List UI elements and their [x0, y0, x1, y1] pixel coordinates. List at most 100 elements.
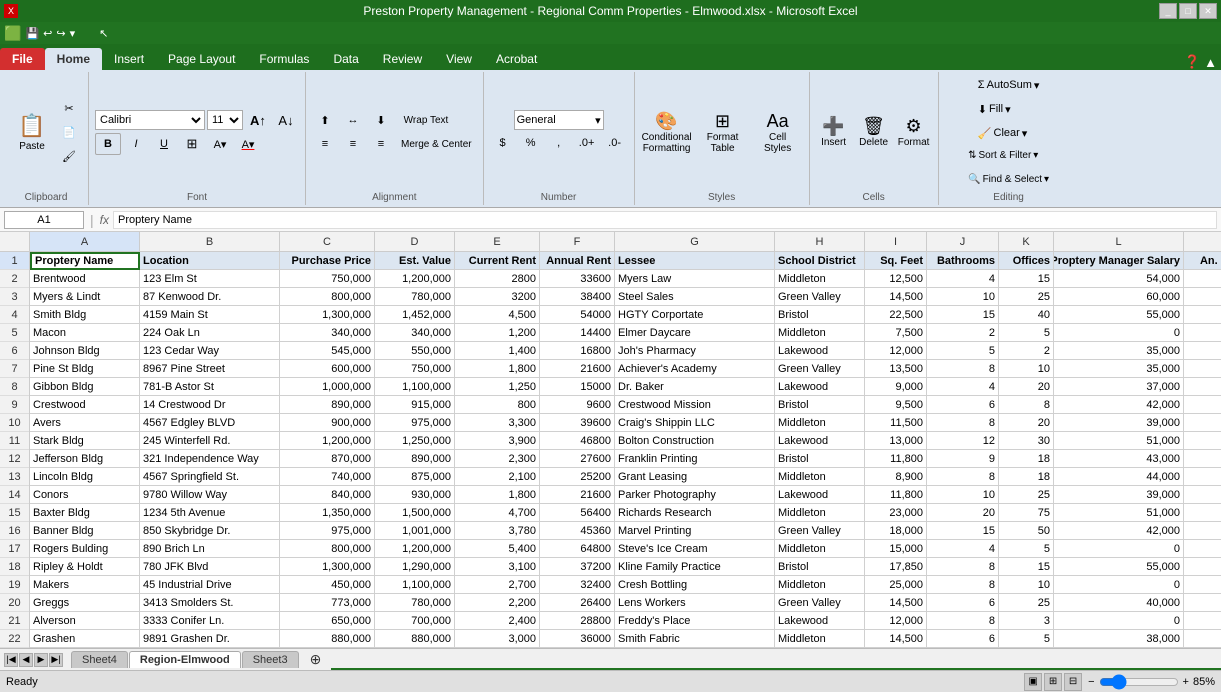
cell-K4[interactable]: 40 — [999, 306, 1054, 324]
cell-G3[interactable]: Steel Sales — [615, 288, 775, 306]
cell-H18[interactable]: Bristol — [775, 558, 865, 576]
cell-E15[interactable]: 4,700 — [455, 504, 540, 522]
cell-M14[interactable]: 5,000 — [1184, 486, 1221, 504]
row-num-21[interactable]: 21 — [0, 612, 29, 630]
cell-K14[interactable]: 25 — [999, 486, 1054, 504]
cell-C12[interactable]: 870,000 — [280, 450, 375, 468]
cell-F9[interactable]: 9600 — [540, 396, 615, 414]
cell-B11[interactable]: 245 Winterfell Rd. — [140, 432, 280, 450]
cell-L10[interactable]: 39,000 — [1054, 414, 1184, 432]
cell-D15[interactable]: 1,500,000 — [375, 504, 455, 522]
cell-D22[interactable]: 880,000 — [375, 630, 455, 648]
cell-B21[interactable]: 3333 Conifer Ln. — [140, 612, 280, 630]
cell-B12[interactable]: 321 Independence Way — [140, 450, 280, 468]
cell-F4[interactable]: 54000 — [540, 306, 615, 324]
cell-D11[interactable]: 1,250,000 — [375, 432, 455, 450]
cell-G14[interactable]: Parker Photography — [615, 486, 775, 504]
cell-B15[interactable]: 1234 5th Avenue — [140, 504, 280, 522]
cell-F6[interactable]: 16800 — [540, 342, 615, 360]
cell-A10[interactable]: Avers — [30, 414, 140, 432]
cell-I4[interactable]: 22,500 — [865, 306, 927, 324]
row-num-17[interactable]: 17 — [0, 540, 29, 558]
cell-I13[interactable]: 8,900 — [865, 468, 927, 486]
cell-H17[interactable]: Middleton — [775, 540, 865, 558]
currency-button[interactable]: $ — [490, 132, 516, 154]
format-painter-button[interactable]: 🖌 — [56, 145, 82, 167]
cell-M10[interactable]: 4,500 — [1184, 414, 1221, 432]
cell-H21[interactable]: Lakewood — [775, 612, 865, 630]
cell-H19[interactable]: Middleton — [775, 576, 865, 594]
cell-C2[interactable]: 750,000 — [280, 270, 375, 288]
underline-button[interactable]: U — [151, 133, 177, 155]
cell-I16[interactable]: 18,000 — [865, 522, 927, 540]
cell-L7[interactable]: 35,000 — [1054, 360, 1184, 378]
cell-K13[interactable]: 18 — [999, 468, 1054, 486]
find-select-button[interactable]: 🔍 Find & Select ▾ — [963, 168, 1054, 190]
cell-M16[interactable]: 3,450 — [1184, 522, 1221, 540]
cell-I3[interactable]: 14,500 — [865, 288, 927, 306]
redo-quick-button[interactable]: ↪ — [56, 27, 65, 40]
conditional-formatting-button[interactable]: 🎨 Conditional Formatting — [641, 103, 693, 161]
cell-G5[interactable]: Elmer Daycare — [615, 324, 775, 342]
cell-B16[interactable]: 850 Skybridge Dr. — [140, 522, 280, 540]
cell-g1[interactable]: Lessee — [615, 252, 775, 270]
close-button[interactable]: ✕ — [1199, 3, 1217, 19]
cell-M11[interactable]: 5,700 — [1184, 432, 1221, 450]
cell-l1[interactable]: Proptery Manager Salary — [1054, 252, 1184, 270]
cell-J14[interactable]: 10 — [927, 486, 999, 504]
cell-m1[interactable]: An. Maint. Cost — [1184, 252, 1221, 270]
cell-B19[interactable]: 45 Industrial Drive — [140, 576, 280, 594]
cell-F14[interactable]: 21600 — [540, 486, 615, 504]
cell-C21[interactable]: 650,000 — [280, 612, 375, 630]
cell-I22[interactable]: 14,500 — [865, 630, 927, 648]
tab-view[interactable]: View — [434, 48, 484, 70]
cell-D3[interactable]: 780,000 — [375, 288, 455, 306]
cell-K16[interactable]: 50 — [999, 522, 1054, 540]
cell-L13[interactable]: 44,000 — [1054, 468, 1184, 486]
cell-L14[interactable]: 39,000 — [1054, 486, 1184, 504]
cell-M20[interactable]: 2,300 — [1184, 594, 1221, 612]
cell-A12[interactable]: Jefferson Bldg — [30, 450, 140, 468]
italic-button[interactable]: I — [123, 133, 149, 155]
tab-file[interactable]: File — [0, 48, 45, 70]
cell-G9[interactable]: Crestwood Mission — [615, 396, 775, 414]
cell-A21[interactable]: Alverson — [30, 612, 140, 630]
cell-H5[interactable]: Middleton — [775, 324, 865, 342]
cell-C19[interactable]: 450,000 — [280, 576, 375, 594]
cell-H3[interactable]: Green Valley — [775, 288, 865, 306]
cell-J5[interactable]: 2 — [927, 324, 999, 342]
cell-K22[interactable]: 5 — [999, 630, 1054, 648]
cell-J4[interactable]: 15 — [927, 306, 999, 324]
cell-F18[interactable]: 37200 — [540, 558, 615, 576]
cell-K15[interactable]: 75 — [999, 504, 1054, 522]
cell-H12[interactable]: Bristol — [775, 450, 865, 468]
cell-I10[interactable]: 11,500 — [865, 414, 927, 432]
cell-G12[interactable]: Franklin Printing — [615, 450, 775, 468]
row-num-7[interactable]: 7 — [0, 360, 29, 378]
cell-H4[interactable]: Bristol — [775, 306, 865, 324]
cell-G21[interactable]: Freddy's Place — [615, 612, 775, 630]
zoom-in-button[interactable]: + — [1183, 676, 1189, 688]
clear-dropdown[interactable]: ▾ — [1022, 127, 1028, 140]
sheet-tab-sheet3[interactable]: Sheet3 — [242, 651, 299, 668]
cell-C3[interactable]: 800,000 — [280, 288, 375, 306]
corner-cell[interactable] — [0, 232, 30, 251]
formula-input[interactable] — [113, 211, 1217, 229]
cell-B6[interactable]: 123 Cedar Way — [140, 342, 280, 360]
cell-C8[interactable]: 1,000,000 — [280, 378, 375, 396]
sheet-tab-region-elmwood[interactable]: Region-Elmwood — [129, 651, 241, 668]
tab-home[interactable]: Home — [45, 48, 102, 70]
cell-L21[interactable]: 0 — [1054, 612, 1184, 630]
cell-D19[interactable]: 1,100,000 — [375, 576, 455, 594]
cell-C7[interactable]: 600,000 — [280, 360, 375, 378]
cell-M22[interactable]: 3,700 — [1184, 630, 1221, 648]
quick-access-dropdown[interactable]: ▾ — [70, 27, 76, 40]
cell-L11[interactable]: 51,000 — [1054, 432, 1184, 450]
cell-K6[interactable]: 2 — [999, 342, 1054, 360]
cell-E22[interactable]: 3,000 — [455, 630, 540, 648]
cell-D18[interactable]: 1,290,000 — [375, 558, 455, 576]
cell-G6[interactable]: Joh's Pharmacy — [615, 342, 775, 360]
cell-F8[interactable]: 15000 — [540, 378, 615, 396]
cell-F17[interactable]: 64800 — [540, 540, 615, 558]
col-header-g[interactable]: G — [615, 232, 775, 251]
